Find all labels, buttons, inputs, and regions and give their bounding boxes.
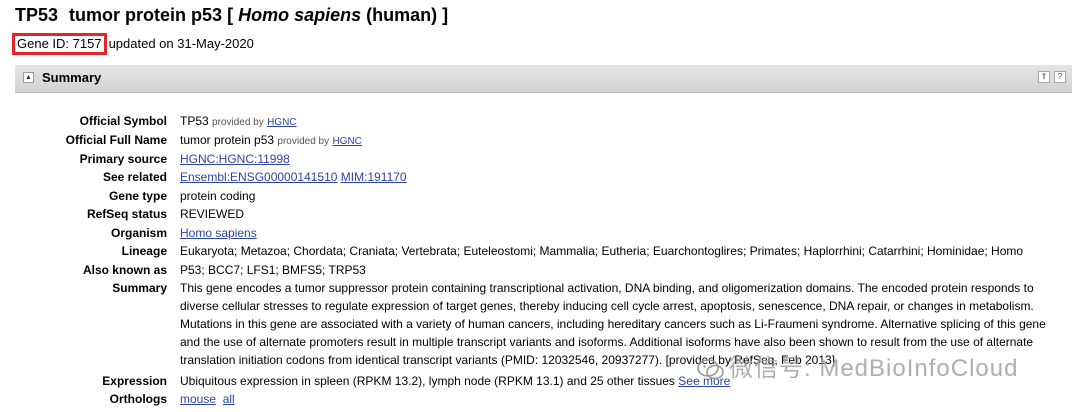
row-see-related: See related Ensembl:ENSG00000141510 MIM:… xyxy=(0,168,1080,187)
summary-table: Official Symbol TP53 provided by HGNC Of… xyxy=(0,112,1080,409)
refseq-status-value: REVIEWED xyxy=(180,207,245,221)
ensembl-link[interactable]: Ensembl:ENSG00000141510 xyxy=(180,170,337,184)
row-orthologs: Orthologs mouse all xyxy=(0,390,1080,409)
see-more-link[interactable]: See more xyxy=(678,374,730,388)
see-related-label: See related xyxy=(102,170,167,184)
official-symbol-value: TP53 xyxy=(180,114,209,128)
row-official-full-name: Official Full Name tumor protein p53 pro… xyxy=(0,131,1080,150)
gene-type-label: Gene type xyxy=(108,189,167,203)
all-orthologs-link[interactable]: all xyxy=(223,392,235,406)
gene-type-value: protein coding xyxy=(180,189,256,203)
refseq-status-label: RefSeq status xyxy=(86,207,167,221)
expression-label: Expression xyxy=(102,374,167,388)
mouse-ortholog-link[interactable]: mouse xyxy=(180,392,216,406)
gene-name: tumor protein p53 xyxy=(69,5,223,25)
provided-by-text: provided by xyxy=(212,117,264,128)
summary-section-header[interactable]: ▲ Summary ⇑ ? xyxy=(15,65,1072,93)
help-icon[interactable]: ? xyxy=(1054,71,1066,83)
official-full-name-label: Official Full Name xyxy=(65,133,167,147)
official-full-name-value: tumor protein p53 xyxy=(180,133,275,147)
gene-id-line: Gene ID: 7157 updated on 31-May-2020 xyxy=(12,33,254,57)
hgnc-link[interactable]: HGNC xyxy=(267,117,296,128)
lineage-label: Lineage xyxy=(121,244,167,258)
expression-value: Ubiquitous expression in spleen (RPKM 13… xyxy=(180,374,675,388)
scroll-to-top-icon[interactable]: ⇑ xyxy=(1038,71,1050,83)
provided-by-text: provided by xyxy=(277,136,330,147)
primary-source-label: Primary source xyxy=(79,152,167,166)
row-refseq-status: RefSeq status REVIEWED xyxy=(0,205,1080,224)
row-expression: Expression Ubiquitous expression in sple… xyxy=(0,372,1080,390)
row-lineage: Lineage Eukaryota; Metazoa; Chordata; Cr… xyxy=(0,242,1080,261)
lineage-value: Eukaryota; Metazoa; Chordata; Craniata; … xyxy=(180,244,1024,258)
official-symbol-label: Official Symbol xyxy=(79,114,167,128)
gene-symbol: TP53 xyxy=(15,5,59,25)
also-known-as-value: P53; BCC7; LFS1; BMFS5; TRP53 xyxy=(180,263,366,277)
bracket-close: ] xyxy=(442,5,449,25)
also-known-as-label: Also known as xyxy=(82,263,167,277)
mim-link[interactable]: MIM:191170 xyxy=(341,170,407,184)
row-gene-type: Gene type protein coding xyxy=(0,187,1080,205)
collapse-toggle-icon[interactable]: ▲ xyxy=(23,72,34,83)
gene-id-highlight: Gene ID: 7157 xyxy=(12,33,107,55)
row-summary: Summary This gene encodes a tumor suppre… xyxy=(0,279,1080,372)
summary-section-title[interactable]: Summary xyxy=(42,70,101,85)
summary-text: This gene encodes a tumor suppressor pro… xyxy=(180,281,1046,367)
gene-title: TP53 tumor protein p53 [ Homo sapiens (hu… xyxy=(15,4,448,26)
species-common: (human) xyxy=(366,5,438,25)
updated-date: updated on 31-May-2020 xyxy=(108,36,254,51)
organism-label: Organism xyxy=(110,226,167,240)
row-primary-source: Primary source HGNC:HGNC:11998 xyxy=(0,150,1080,168)
primary-source-link[interactable]: HGNC:HGNC:11998 xyxy=(180,152,290,166)
species-name: Homo sapiens xyxy=(238,5,362,25)
bracket-open: [ xyxy=(227,5,234,25)
orthologs-label: Orthologs xyxy=(109,392,167,406)
organism-link[interactable]: Homo sapiens xyxy=(180,226,257,240)
row-official-symbol: Official Symbol TP53 provided by HGNC xyxy=(0,112,1080,131)
row-also-known-as: Also known as P53; BCC7; LFS1; BMFS5; TR… xyxy=(0,261,1080,279)
row-organism: Organism Homo sapiens xyxy=(0,224,1080,242)
summary-label: Summary xyxy=(112,281,167,295)
hgnc-link[interactable]: HGNC xyxy=(332,136,361,147)
